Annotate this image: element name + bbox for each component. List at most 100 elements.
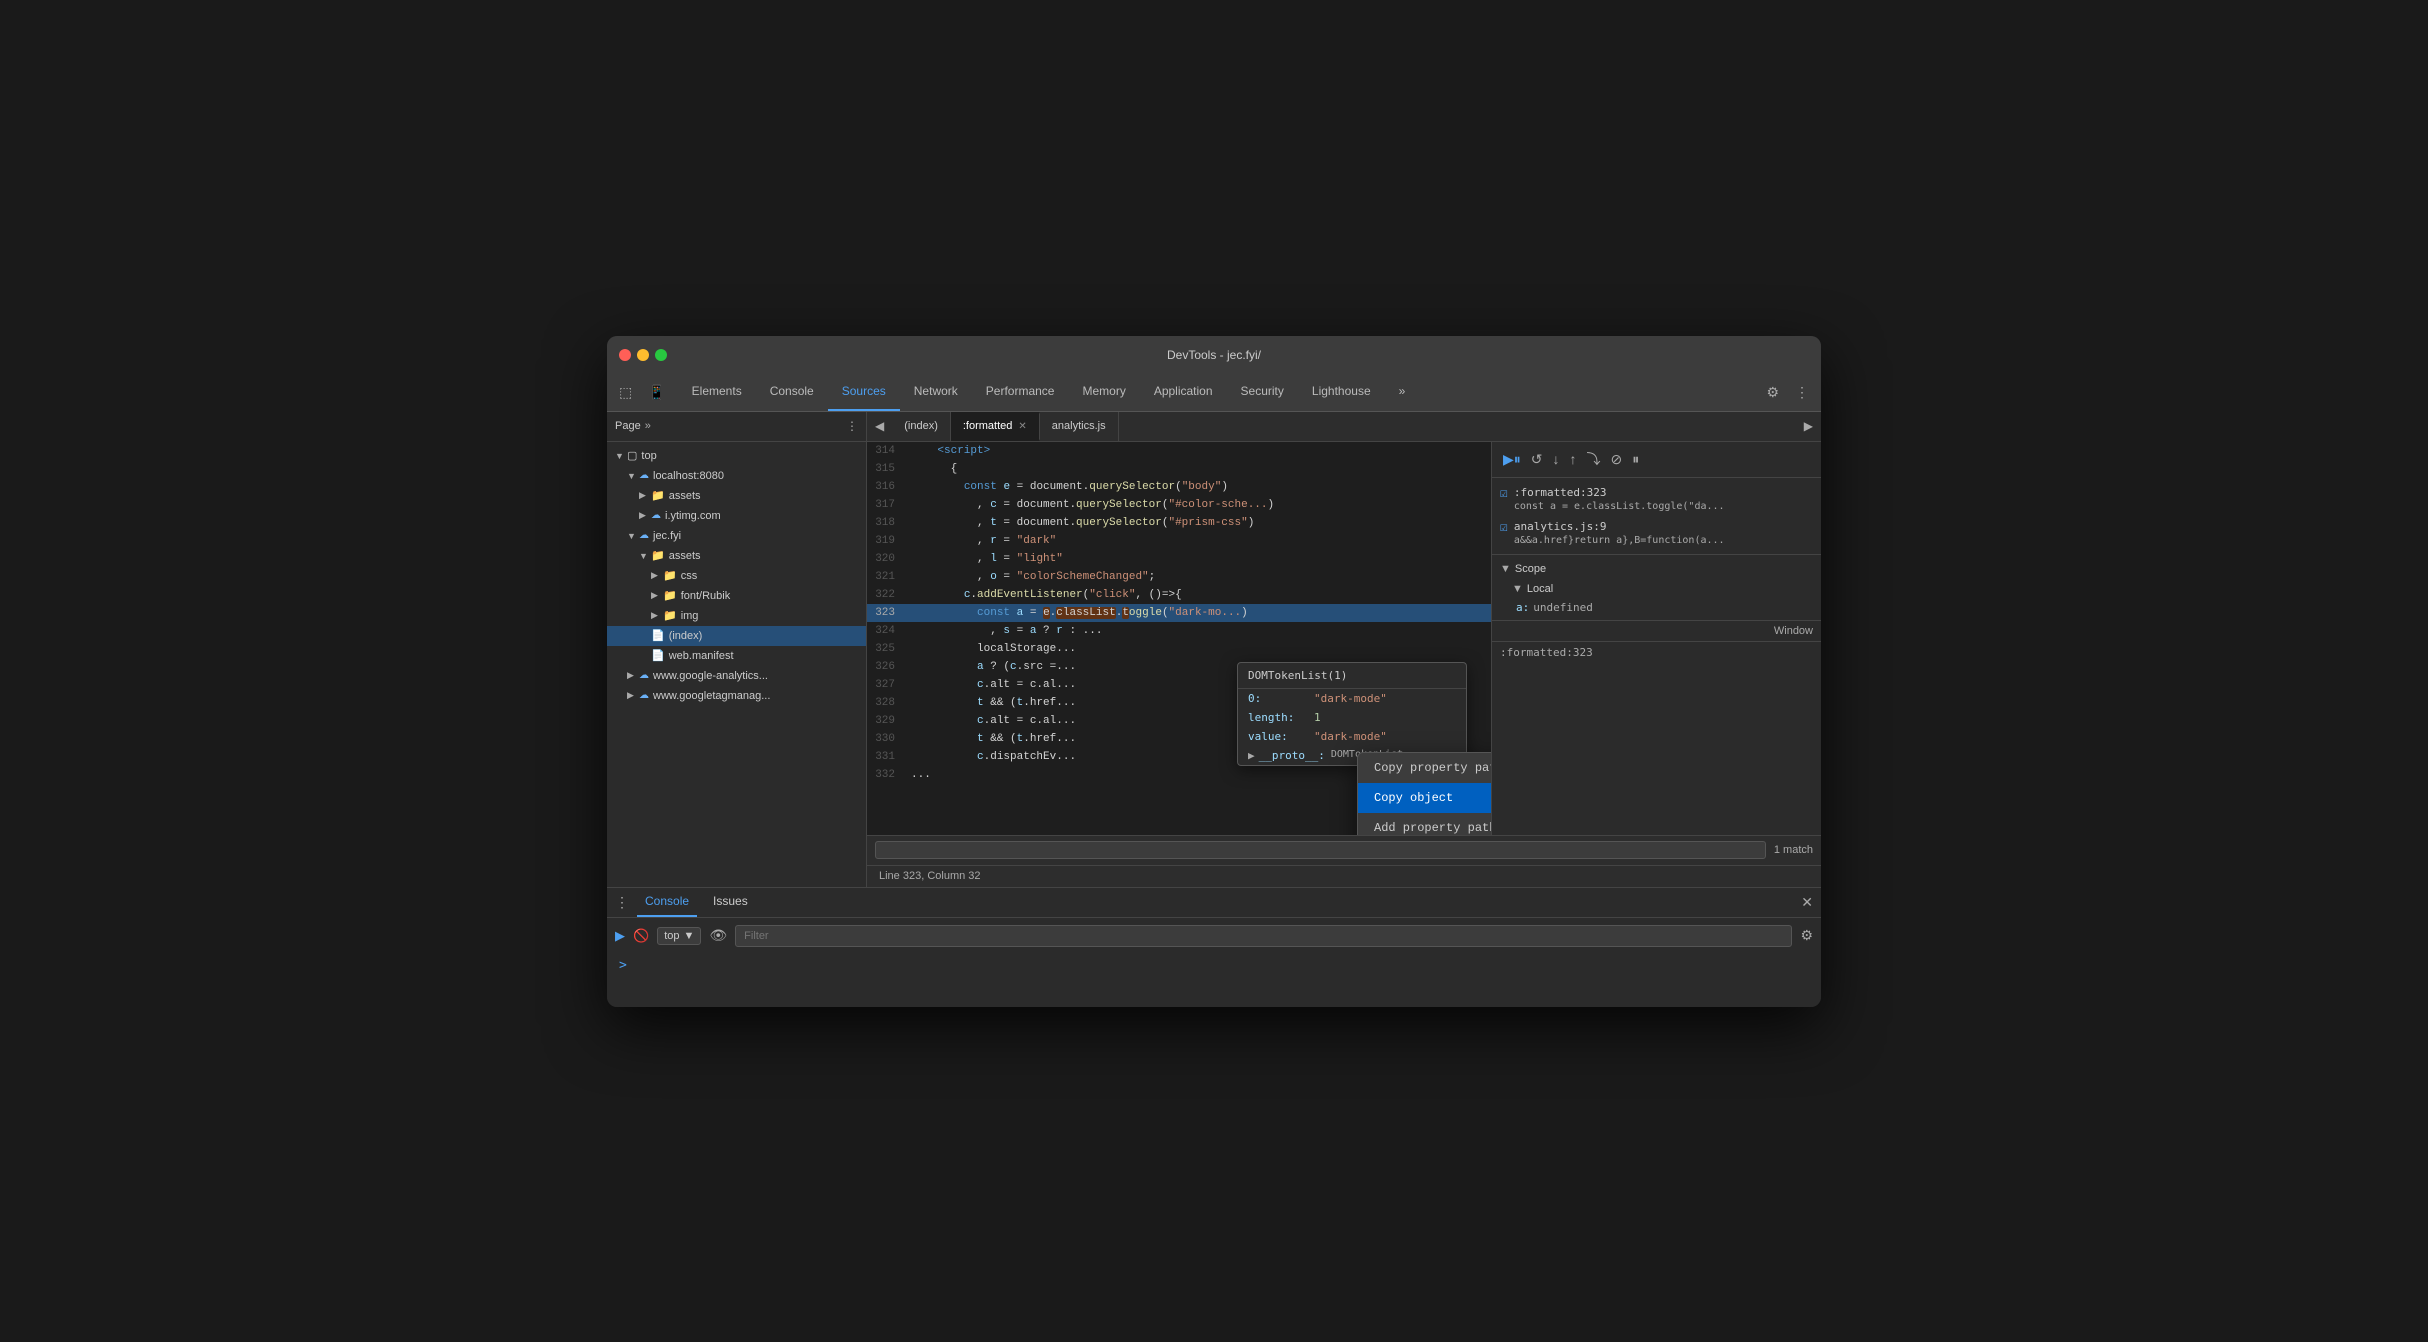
step-out-btn[interactable]: ↑ <box>1567 448 1580 470</box>
file-icon-index: 📄 <box>651 629 665 642</box>
folder-icon-img: 📁 <box>663 609 677 622</box>
tree-arrow-jec: ▼ <box>627 531 639 541</box>
breakpoint-1-location: :formatted:323 <box>1514 486 1725 499</box>
code-line-317: 317 , c = document.querySelector("#color… <box>867 496 1491 514</box>
local-scope-header[interactable]: ▼ Local <box>1492 579 1821 599</box>
code-line-323: 323 const a = e.classList.toggle("dark-m… <box>867 604 1491 622</box>
tree-item-localhost[interactable]: ▼ ☁ localhost:8080 <box>607 466 866 486</box>
menu-copy-property-path[interactable]: Copy property path <box>1358 753 1491 783</box>
title-bar: DevTools - jec.fyi/ <box>607 336 1821 374</box>
settings-icon[interactable]: ⚙ <box>1762 380 1783 405</box>
maximize-button[interactable] <box>655 349 667 361</box>
tab-elements[interactable]: Elements <box>678 374 756 411</box>
code-line-320: 320 , l = "light" <box>867 550 1491 568</box>
resume-btn[interactable]: ▶⏸ <box>1500 448 1524 471</box>
scope-header[interactable]: ▼ Scope <box>1492 559 1821 579</box>
editor-tabs-right[interactable]: ▶ <box>1796 419 1821 433</box>
sidebar-page-label: Page <box>615 420 641 432</box>
deactivate-btn[interactable]: ⊘ <box>1608 448 1626 471</box>
context-selector[interactable]: top ▼ <box>657 927 701 945</box>
tree-label-manifest: web.manifest <box>669 650 734 662</box>
code-line-324: 324 , s = a ? r : ... <box>867 622 1491 640</box>
tree-item-ytimg[interactable]: ▶ ☁ i.ytimg.com <box>607 506 866 526</box>
tab-analytics[interactable]: analytics.js <box>1040 412 1119 441</box>
console-menu-icon[interactable]: ⋮ <box>615 894 629 911</box>
tree-item-index[interactable]: 📄 (index) <box>607 626 866 646</box>
tree-item-img[interactable]: ▶ 📁 img <box>607 606 866 626</box>
code-line-318: 318 , t = document.querySelector("#prism… <box>867 514 1491 532</box>
tree-item-font[interactable]: ▶ 📁 font/Rubik <box>607 586 866 606</box>
more-icon[interactable]: ⋮ <box>1791 380 1813 405</box>
console-tab-console[interactable]: Console <box>637 888 697 917</box>
tree-item-css[interactable]: ▶ 📁 css <box>607 566 866 586</box>
tab-more[interactable]: » <box>1385 374 1420 411</box>
tab-lighthouse[interactable]: Lighthouse <box>1298 374 1385 411</box>
tooltip-val-0: "dark-mode" <box>1314 692 1387 705</box>
breakpoint-2-check[interactable]: ☑ <box>1500 520 1508 535</box>
code-line-322: 322 c.addEventListener("click", ()=>{ <box>867 586 1491 604</box>
tab-security[interactable]: Security <box>1227 374 1298 411</box>
tree-label-gtm: www.googletagmanag... <box>653 690 770 702</box>
tree-label-font: font/Rubik <box>681 590 731 602</box>
tree-item-top[interactable]: ▼ ▢ top <box>607 446 866 466</box>
tooltip-proto-key: __proto__: <box>1259 749 1325 762</box>
tab-index-file[interactable]: (index) <box>892 412 951 441</box>
scope-label: Scope <box>1515 563 1546 575</box>
tab-application[interactable]: Application <box>1140 374 1227 411</box>
scope-val-a: undefined <box>1533 601 1593 614</box>
folder-icon-css: 📁 <box>663 569 677 582</box>
sidebar-menu-icon[interactable]: ⋮ <box>846 419 858 433</box>
main-toolbar: ⬚ 📱 Elements Console Sources Network Per… <box>607 374 1821 412</box>
sidebar-header: Page » ⋮ <box>607 412 866 442</box>
tree-item-assets-jec[interactable]: ▼ 📁 assets <box>607 546 866 566</box>
traffic-lights <box>619 349 667 361</box>
console-input-bar: ▶ 🚫 top ▼ 👁 ⚙ <box>607 918 1821 954</box>
tree-item-ga[interactable]: ▶ ☁ www.google-analytics... <box>607 666 866 686</box>
folder-icon-top: ▢ <box>627 449 637 462</box>
menu-copy-object[interactable]: Copy object <box>1358 783 1491 813</box>
editor-prev-button[interactable]: ◀ <box>867 412 892 441</box>
console-settings-icon[interactable]: ⚙ <box>1800 927 1813 944</box>
code-editor[interactable]: 314 <script> 315 { 316 const e = documen… <box>867 442 1491 835</box>
tab-sources[interactable]: Sources <box>828 374 900 411</box>
tree-item-gtm[interactable]: ▶ ☁ www.googletagmanag... <box>607 686 866 706</box>
tooltip-key-value: value: <box>1248 730 1308 743</box>
pause-on-exception-btn[interactable]: ⏸ <box>1629 448 1642 471</box>
step-into-btn[interactable]: ↓ <box>1550 448 1563 470</box>
eye-icon[interactable]: 👁 <box>709 927 727 944</box>
sidebar: Page » ⋮ ▼ ▢ top ▼ ☁ localhost:8080 <box>607 412 867 887</box>
tab-formatted[interactable]: :formatted ✕ <box>951 412 1040 441</box>
console-run-icon[interactable]: ▶ <box>615 928 625 944</box>
tab-formatted-close[interactable]: ✕ <box>1018 421 1026 432</box>
tree-item-manifest[interactable]: 📄 web.manifest <box>607 646 866 666</box>
tab-console[interactable]: Console <box>756 374 828 411</box>
breakpoint-2-location: analytics.js:9 <box>1514 520 1725 533</box>
sidebar-more[interactable]: » <box>645 420 651 432</box>
bottom-panel: ⋮ Console Issues ✕ ▶ 🚫 top ▼ 👁 ⚙ > <box>607 887 1821 1007</box>
tab-performance[interactable]: Performance <box>972 374 1069 411</box>
tree-label-css: css <box>681 570 698 582</box>
console-prompt[interactable]: > <box>607 954 1821 977</box>
console-tab-label: Console <box>645 894 689 908</box>
inspect-icon[interactable]: ⬚ <box>615 380 636 405</box>
tree-item-assets-localhost[interactable]: ▶ 📁 assets <box>607 486 866 506</box>
console-block-icon[interactable]: 🚫 <box>633 928 649 944</box>
filter-input[interactable] <box>735 925 1792 947</box>
console-tab-issues[interactable]: Issues <box>705 888 756 917</box>
step-btn[interactable]: ⤵ <box>1584 446 1604 472</box>
scope-item-a: a: undefined <box>1492 599 1821 616</box>
tree-label-jec: jec.fyi <box>653 530 681 542</box>
breakpoint-1-check[interactable]: ☑ <box>1500 486 1508 501</box>
device-icon[interactable]: 📱 <box>644 380 669 405</box>
tree-item-jec[interactable]: ▼ ☁ jec.fyi <box>607 526 866 546</box>
tooltip-row-0: 0: "dark-mode" <box>1238 689 1466 708</box>
minimize-button[interactable] <box>637 349 649 361</box>
menu-add-to-watch[interactable]: Add property path to watch <box>1358 813 1491 835</box>
toolbar-right: ⚙ ⋮ <box>1754 380 1821 405</box>
tab-memory[interactable]: Memory <box>1068 374 1139 411</box>
step-over-btn[interactable]: ↺ <box>1528 448 1546 471</box>
tab-network[interactable]: Network <box>900 374 972 411</box>
close-button[interactable] <box>619 349 631 361</box>
search-input[interactable] <box>875 841 1766 859</box>
console-close-icon[interactable]: ✕ <box>1801 894 1813 911</box>
